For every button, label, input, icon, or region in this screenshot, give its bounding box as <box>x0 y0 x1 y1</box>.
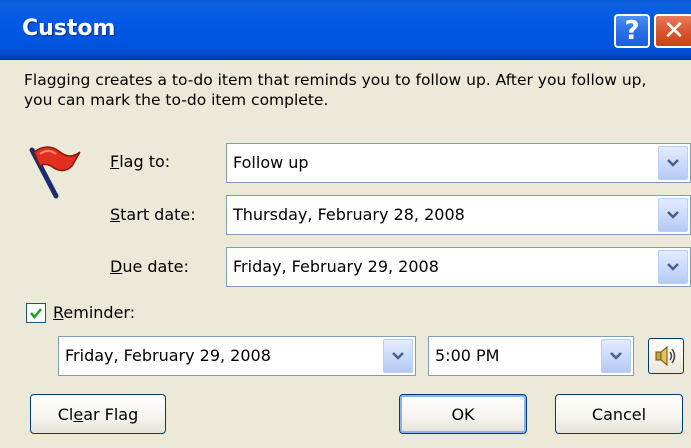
due-date-value: Friday, February 29, 2008 <box>233 257 439 276</box>
start-date-dropdown-button[interactable] <box>658 198 688 232</box>
start-date-value: Thursday, February 28, 2008 <box>233 205 465 224</box>
help-button[interactable]: ? <box>614 14 650 48</box>
reminder-time-dropdown-button[interactable] <box>601 339 631 373</box>
due-date-label: Due date: <box>110 257 189 276</box>
reminder-time-value[interactable]: 5:00 PM <box>435 346 499 365</box>
speaker-icon <box>655 345 676 367</box>
start-date-label-text: tart date: <box>120 205 196 224</box>
reminder-sound-button[interactable] <box>648 338 684 374</box>
clear-flag-label-end: ar Flag <box>83 404 139 424</box>
window-title: Custom <box>22 16 116 41</box>
reminder-checkbox[interactable] <box>26 303 46 323</box>
clear-flag-label-mnemonic: e <box>73 404 84 424</box>
chevron-down-icon <box>392 352 404 360</box>
cancel-button-label: Cancel <box>591 404 647 424</box>
reminder-label-mnemonic: R <box>53 303 64 322</box>
chevron-down-icon <box>667 159 679 167</box>
flag-to-dropdown-button[interactable] <box>658 146 688 180</box>
clear-flag-label-start: Cl <box>57 404 74 424</box>
flag-to-value: Follow up <box>233 153 309 172</box>
flag-to-label-mnemonic: F <box>110 152 120 171</box>
due-date-label-mnemonic: D <box>110 257 123 276</box>
due-date-dropdown-button[interactable] <box>658 250 688 284</box>
chevron-down-icon <box>667 211 679 219</box>
start-date-label: Start date: <box>110 205 196 224</box>
reminder-time-dropdown[interactable]: 5:00 PM <box>428 336 634 376</box>
custom-dialog: Custom ? ✕ Flagging creates a to-do item… <box>0 0 691 448</box>
due-date-dropdown[interactable]: Friday, February 29, 2008 <box>226 247 691 287</box>
flag-to-label-text: lag to: <box>119 152 171 171</box>
description-text: Flagging creates a to-do item that remin… <box>24 71 647 109</box>
red-flag-icon <box>26 140 86 200</box>
start-date-dropdown[interactable]: Thursday, February 28, 2008 <box>226 195 691 235</box>
reminder-date-dropdown[interactable]: Friday, February 29, 2008 <box>58 336 416 376</box>
start-date-label-mnemonic: S <box>110 205 121 224</box>
title-bar[interactable]: Custom ? ✕ <box>0 0 691 60</box>
ok-button[interactable]: OK <box>399 394 527 434</box>
reminder-label-text: eminder: <box>63 303 136 322</box>
flag-to-label: Flag to: <box>110 152 170 171</box>
reminder-label[interactable]: Reminder: <box>53 303 135 322</box>
close-button[interactable]: ✕ <box>654 14 691 48</box>
reminder-date-value: Friday, February 29, 2008 <box>65 346 271 365</box>
ok-button-label: OK <box>451 404 475 424</box>
close-icon: ✕ <box>663 16 685 46</box>
checkmark-icon <box>30 308 42 319</box>
chevron-down-icon <box>610 352 622 360</box>
due-date-label-text: ue date: <box>122 257 189 276</box>
cancel-button[interactable]: Cancel <box>555 394 683 434</box>
flag-to-dropdown[interactable]: Follow up <box>226 143 691 183</box>
clear-flag-button[interactable]: Cl e ar Flag <box>30 394 166 434</box>
help-icon: ? <box>624 16 640 46</box>
reminder-date-dropdown-button[interactable] <box>383 339 413 373</box>
chevron-down-icon <box>667 263 679 271</box>
